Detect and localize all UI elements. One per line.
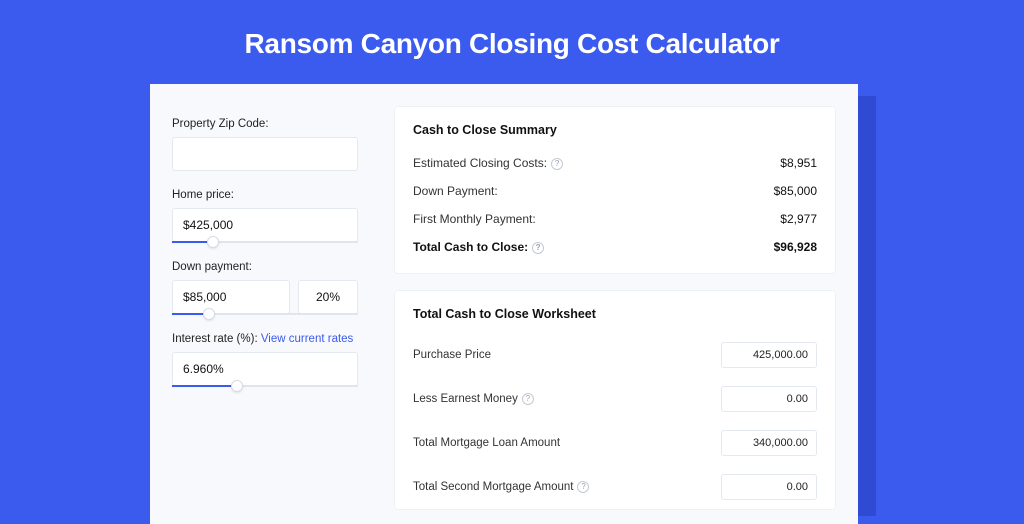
- summary-row-value: $85,000: [774, 184, 817, 198]
- rate-label-text: Interest rate (%):: [172, 333, 258, 345]
- page-title: Ransom Canyon Closing Cost Calculator: [0, 0, 1024, 84]
- view-rates-link[interactable]: View current rates: [261, 333, 353, 345]
- price-slider-thumb[interactable]: [207, 236, 219, 248]
- results-column: Cash to Close Summary Estimated Closing …: [380, 84, 858, 524]
- price-label: Home price:: [172, 189, 358, 201]
- dp-percent-input[interactable]: 20%: [298, 280, 358, 314]
- dp-slider[interactable]: [172, 313, 358, 315]
- zip-field-group: Property Zip Code:: [172, 118, 358, 171]
- help-icon[interactable]: ?: [577, 481, 589, 493]
- zip-label: Property Zip Code:: [172, 118, 358, 130]
- worksheet-row: Less Earnest Money? 0.00: [413, 377, 817, 421]
- summary-row-value: $2,977: [780, 212, 817, 226]
- summary-row-label: Estimated Closing Costs:?: [413, 156, 563, 170]
- dp-label: Down payment:: [172, 261, 358, 273]
- summary-row: Estimated Closing Costs:? $8,951: [413, 149, 817, 177]
- summary-row-value: $8,951: [780, 156, 817, 170]
- rate-input[interactable]: 6.960%: [172, 352, 358, 386]
- rate-slider-thumb[interactable]: [231, 380, 243, 392]
- worksheet-panel: Total Cash to Close Worksheet Purchase P…: [394, 290, 836, 510]
- worksheet-row: Total Second Mortgage Amount? 0.00: [413, 465, 817, 509]
- zip-input[interactable]: [172, 137, 358, 171]
- rate-label: Interest rate (%): View current rates: [172, 333, 358, 345]
- help-icon[interactable]: ?: [522, 393, 534, 405]
- price-input[interactable]: $425,000: [172, 208, 358, 242]
- summary-row-label: Down Payment:: [413, 184, 498, 198]
- rate-field-group: Interest rate (%): View current rates 6.…: [172, 333, 358, 387]
- price-field-group: Home price: $425,000: [172, 189, 358, 243]
- summary-panel: Cash to Close Summary Estimated Closing …: [394, 106, 836, 274]
- worksheet-row-label: Total Second Mortgage Amount?: [413, 481, 589, 493]
- inputs-column: Property Zip Code: Home price: $425,000 …: [150, 84, 380, 524]
- help-icon[interactable]: ?: [532, 242, 544, 254]
- worksheet-row-input[interactable]: 340,000.00: [721, 430, 817, 456]
- worksheet-row: Total Mortgage Loan Amount 340,000.00: [413, 421, 817, 465]
- summary-row: Down Payment: $85,000: [413, 177, 817, 205]
- dp-field-group: Down payment: $85,000 20%: [172, 261, 358, 315]
- summary-heading: Cash to Close Summary: [413, 123, 817, 137]
- summary-row-label: First Monthly Payment:: [413, 212, 536, 226]
- worksheet-row-label: Total Mortgage Loan Amount: [413, 437, 560, 449]
- help-icon[interactable]: ?: [551, 158, 563, 170]
- worksheet-row-label: Purchase Price: [413, 349, 491, 361]
- worksheet-row-label: Less Earnest Money?: [413, 393, 534, 405]
- worksheet-row: Purchase Price 425,000.00: [413, 333, 817, 377]
- summary-row: Total Cash to Close:? $96,928: [413, 233, 817, 261]
- dp-amount-input[interactable]: $85,000: [172, 280, 290, 314]
- calculator-card: Property Zip Code: Home price: $425,000 …: [150, 84, 858, 524]
- summary-row: First Monthly Payment: $2,977: [413, 205, 817, 233]
- worksheet-row-input[interactable]: 0.00: [721, 474, 817, 500]
- summary-row-label: Total Cash to Close:?: [413, 240, 544, 254]
- dp-slider-thumb[interactable]: [203, 308, 215, 320]
- rate-slider[interactable]: [172, 385, 358, 387]
- worksheet-row-input[interactable]: 0.00: [721, 386, 817, 412]
- price-slider[interactable]: [172, 241, 358, 243]
- worksheet-row-input[interactable]: 425,000.00: [721, 342, 817, 368]
- worksheet-heading: Total Cash to Close Worksheet: [413, 307, 817, 321]
- summary-row-value: $96,928: [774, 240, 817, 254]
